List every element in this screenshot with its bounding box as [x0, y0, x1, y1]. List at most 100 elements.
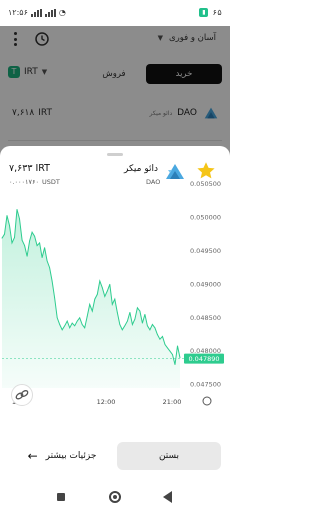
price-point	[31, 231, 33, 233]
coin-bottom-sheet: ۷,۶۳۳ IRT ۰.۰۰۰۱۷۶۰ USDT دائو میکر DAO 0…	[0, 146, 230, 482]
price-point	[162, 336, 163, 337]
more-details-button[interactable]: ← جزئیات بیشتر	[14, 442, 110, 470]
price-chart[interactable]: 0.050500 0.050000 0.049500 0.049000 0.048500…	[0, 168, 230, 423]
price-point	[41, 257, 43, 258]
price-area	[2, 209, 180, 388]
price-point	[36, 245, 38, 246]
price-point	[167, 347, 168, 349]
price-point	[159, 338, 161, 340]
price-point	[74, 325, 76, 327]
price-point	[119, 324, 121, 325]
price-point	[172, 354, 173, 355]
link-icon	[15, 390, 29, 400]
price-point	[109, 283, 111, 285]
price-point	[11, 242, 13, 244]
price-point	[142, 322, 143, 324]
price-point	[134, 318, 136, 320]
price-point	[61, 329, 63, 331]
price-point	[137, 307, 138, 309]
x-tick-label: 12:00	[97, 398, 116, 406]
price-point	[89, 304, 91, 305]
price-point	[104, 296, 106, 297]
arrow-left-icon: ←	[27, 449, 38, 463]
price-point	[99, 280, 101, 282]
price-point	[132, 324, 133, 325]
price-point	[124, 325, 126, 327]
price-point	[114, 298, 116, 300]
price-chart-svg: 0.050500 0.050000 0.049500 0.049000 0.048500…	[1, 180, 224, 406]
price-point	[4, 233, 5, 235]
price-point	[66, 320, 68, 322]
battery-percent: ۶۵	[212, 8, 222, 17]
price-point	[84, 327, 86, 329]
system-nav-bar	[0, 482, 230, 512]
price-point	[179, 357, 181, 359]
price-point	[106, 290, 108, 292]
price-point	[9, 225, 10, 226]
signal-2-icon	[44, 8, 56, 17]
recent-apps-icon[interactable]	[57, 493, 65, 501]
price-point	[44, 247, 45, 248]
price-point	[19, 218, 20, 220]
y-tick-label: 0.050000	[190, 213, 221, 221]
price-point	[49, 267, 50, 268]
signal-icon	[30, 8, 42, 17]
x-tick-label: 21:00	[163, 398, 182, 406]
price-point	[16, 209, 18, 210]
price-point	[1, 237, 3, 239]
price-point	[24, 245, 25, 246]
price-point	[164, 344, 166, 345]
price-point	[121, 329, 123, 331]
price-point	[169, 350, 171, 352]
price-point	[139, 310, 141, 312]
chart-link-button[interactable]	[11, 384, 33, 406]
price-point	[154, 327, 156, 329]
price-point	[71, 322, 73, 324]
price-point	[177, 345, 178, 347]
home-icon[interactable]	[109, 491, 121, 503]
price-point	[59, 324, 61, 325]
status-right: ▮ ۶۵	[199, 8, 222, 17]
price-point	[116, 312, 118, 313]
back-icon[interactable]	[163, 491, 172, 503]
price-point	[129, 312, 131, 313]
price-point	[54, 297, 55, 299]
close-button[interactable]: بستن	[117, 442, 221, 470]
price-point	[152, 324, 153, 325]
price-point	[51, 280, 53, 282]
price-point	[101, 287, 103, 289]
price-point	[29, 240, 30, 242]
status-time: ۱۲:۵۶	[8, 8, 28, 17]
price-point	[174, 364, 176, 365]
price-point	[69, 327, 71, 329]
price-point	[91, 310, 93, 312]
price-point	[21, 239, 23, 241]
price-point	[26, 255, 28, 257]
price-point	[56, 317, 58, 319]
price-point	[6, 215, 8, 216]
price-point	[94, 298, 96, 300]
price-point	[144, 314, 146, 315]
y-tick-label: 0.048500	[190, 314, 221, 322]
price-point	[14, 237, 15, 238]
price-point	[39, 242, 40, 244]
price-point	[81, 324, 83, 325]
price-point	[96, 294, 98, 295]
y-tick-label: 0.050500	[190, 180, 221, 188]
more-details-label: جزئیات بیشتر	[45, 451, 97, 461]
battery-icon: ▮	[199, 8, 209, 17]
price-point	[64, 325, 66, 327]
price-point	[34, 235, 35, 237]
chart-settings-icon	[202, 396, 212, 406]
price-point	[76, 320, 78, 322]
y-tick-label: 0.047500	[190, 381, 221, 389]
y-tick-label: 0.049000	[190, 280, 221, 288]
price-point	[46, 260, 48, 262]
y-tick-label: 0.049500	[190, 247, 221, 255]
status-bar: ۱۲:۵۶ ◔ ▮ ۶۵	[0, 0, 230, 26]
sheet-drag-handle[interactable]	[107, 153, 123, 156]
status-left: ۱۲:۵۶ ◔	[8, 8, 66, 17]
current-price-label: 0.047890	[188, 355, 219, 363]
price-point	[147, 325, 148, 327]
price-point	[79, 317, 81, 319]
